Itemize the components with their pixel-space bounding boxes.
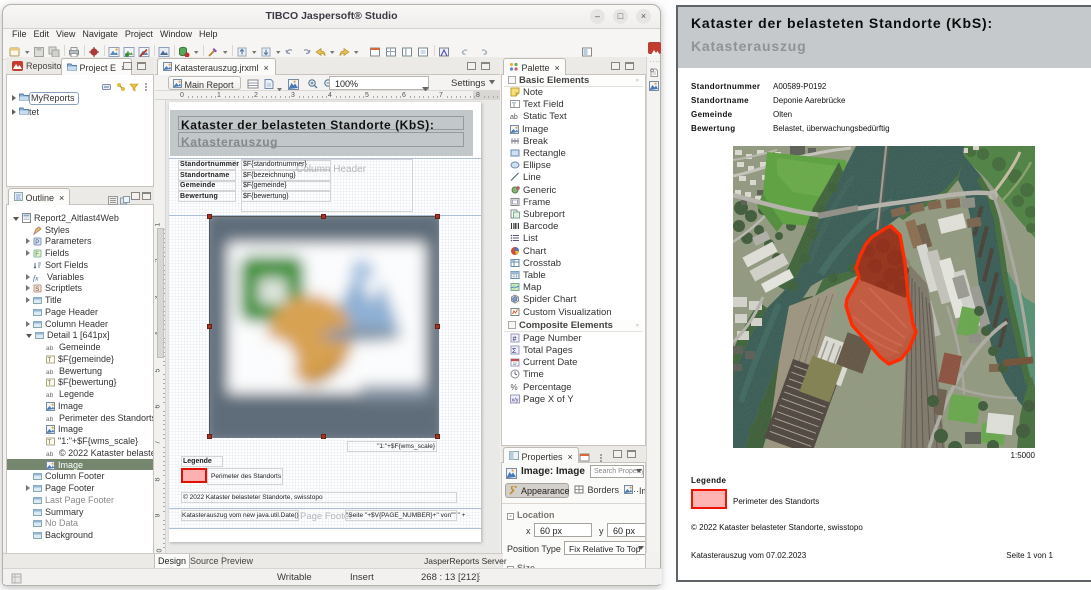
svg-text:F: F bbox=[35, 252, 39, 258]
svg-text:fx: fx bbox=[33, 273, 39, 282]
svg-text:ab: ab bbox=[46, 416, 54, 423]
svg-text:T: T bbox=[48, 358, 52, 364]
svg-text:P: P bbox=[35, 240, 39, 246]
svg-text:T: T bbox=[48, 440, 52, 446]
svg-text:S: S bbox=[35, 287, 39, 293]
svg-text:#: # bbox=[513, 336, 517, 343]
svg-text:Σ: Σ bbox=[512, 348, 517, 355]
svg-text:%: % bbox=[511, 383, 518, 392]
svg-text:ab: ab bbox=[510, 114, 518, 121]
svg-text:T: T bbox=[512, 102, 516, 109]
svg-text:T: T bbox=[48, 381, 52, 387]
svg-text:ab: ab bbox=[46, 392, 54, 399]
svg-text:ab: ab bbox=[46, 451, 54, 458]
svg-text:ab: ab bbox=[46, 369, 54, 376]
svg-text:ab: ab bbox=[46, 345, 54, 352]
svg-text:x/y: x/y bbox=[512, 397, 519, 403]
